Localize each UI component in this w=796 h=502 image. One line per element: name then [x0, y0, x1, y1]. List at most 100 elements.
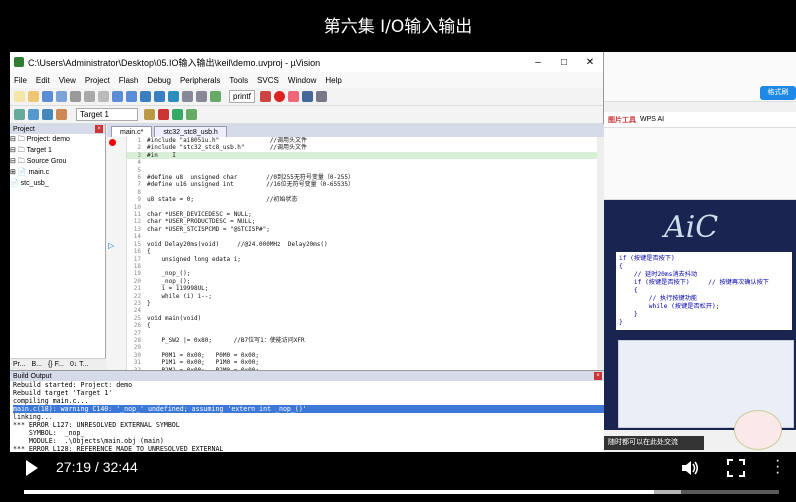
wps-tab[interactable]: 图片工具 — [608, 115, 636, 125]
code-line: 24 — [127, 307, 597, 314]
new-file-icon[interactable] — [14, 91, 25, 102]
video-player[interactable]: 第六集 I/O输入输出 C:\Users\Administrator\Deskt… — [0, 0, 796, 502]
pane-tab[interactable]: B... — [31, 361, 42, 368]
screen-capture: C:\Users\Administrator\Desktop\05.IO输入输出… — [10, 52, 796, 452]
more-options-icon[interactable]: · · · — [775, 453, 781, 481]
code-area[interactable]: 1 #include "ai8051u.h" //调用头文件 2 #include "… — [127, 137, 597, 370]
nav-back-icon[interactable] — [140, 91, 151, 102]
editor-gutter[interactable]: ▷ — [107, 137, 127, 370]
line-text: _nop_(); — [147, 277, 191, 285]
code-line: 17 unsigned long edata i; — [127, 256, 597, 263]
play-icon[interactable] — [26, 460, 38, 476]
keil-ide-window: C:\Users\Administrator\Desktop\05.IO输入输出… — [10, 52, 604, 452]
build-icon[interactable] — [28, 109, 39, 120]
build-output-text[interactable]: Rebuild started: Project: demo Rebuild ta… — [10, 381, 604, 452]
paste-icon[interactable] — [98, 91, 109, 102]
tree-item[interactable]: ⊟ 🗀 Source Grou — [10, 156, 105, 167]
pseudo-code-line: if (按键是否按下) — [619, 255, 675, 262]
save-icon[interactable] — [42, 91, 53, 102]
pseudo-code-line: { — [619, 287, 638, 294]
line-text: _nop_(); — [147, 270, 191, 278]
editor-tabs: main.c* stc32_stc8_usb.h — [107, 124, 604, 137]
cut-icon[interactable] — [70, 91, 81, 102]
line-number: 21 — [133, 285, 141, 293]
line-text: while (i) i--; — [147, 292, 213, 300]
rebuild-icon[interactable] — [42, 109, 53, 120]
code-line: 28 P_SW2 |= 0x80; //B7位写1：使能访问XFR — [127, 337, 597, 344]
tree-item[interactable]: 📄 stc_usb_ — [10, 178, 105, 189]
menu-item-file[interactable]: File — [14, 76, 27, 85]
maximize-button[interactable]: □ — [551, 57, 577, 68]
pane-tab[interactable]: {} F... — [48, 361, 64, 368]
pack-installer-icon[interactable] — [172, 109, 183, 120]
line-number: 18 — [133, 262, 141, 270]
line-number: 3 — [137, 151, 141, 159]
minimize-button[interactable]: – — [525, 57, 551, 68]
bookmark-icon[interactable] — [168, 91, 179, 102]
window-layout-icon[interactable] — [301, 91, 313, 102]
project-pane-title: Project — [13, 125, 35, 133]
debug-stop-icon[interactable] — [273, 91, 285, 102]
manage-components-icon[interactable] — [158, 109, 169, 120]
pane-tab[interactable]: Pr... — [13, 361, 25, 368]
menu-item-tools[interactable]: Tools — [229, 76, 248, 85]
format-painter-button[interactable]: 格式刷 — [760, 86, 796, 100]
menu-item-window[interactable]: Window — [288, 76, 316, 85]
undo-icon[interactable] — [112, 91, 123, 102]
line-number: 8 — [137, 188, 141, 196]
find-combo[interactable]: printf — [229, 90, 255, 103]
line-number: 1 — [137, 137, 141, 144]
menu-item-svcs[interactable]: SVCS — [257, 76, 279, 85]
menu-item-view[interactable]: View — [59, 76, 76, 85]
open-folder-icon[interactable] — [28, 91, 39, 102]
pane-tab[interactable]: 0↓ T... — [70, 361, 89, 368]
menu-item-project[interactable]: Project — [85, 76, 110, 85]
close-pane-icon[interactable]: × — [95, 125, 103, 133]
line-number: 7 — [137, 181, 141, 189]
line-text: #define u16 unsigned int //16位无符号变量（0-65… — [147, 181, 354, 189]
nav-forward-icon[interactable] — [154, 91, 165, 102]
settings-icon[interactable] — [315, 91, 327, 102]
code-editor[interactable]: main.c* stc32_stc8_usb.h ▷ 1 #include "ai8… — [107, 124, 604, 370]
editor-tab[interactable]: stc32_stc8_usb.h — [154, 126, 227, 137]
close-button[interactable]: ✕ — [577, 57, 603, 68]
fullscreen-icon[interactable] — [727, 459, 745, 477]
breakpoint-marker-icon[interactable] — [109, 139, 116, 146]
code-line: 3 #in I — [127, 151, 597, 160]
save-all-icon[interactable] — [56, 91, 67, 102]
find-icon[interactable] — [259, 91, 271, 102]
outdent-icon[interactable] — [196, 91, 207, 102]
translate-icon[interactable] — [14, 109, 25, 120]
code-line: 18 — [127, 263, 597, 270]
menu-item-peripherals[interactable]: Peripherals — [180, 76, 220, 85]
comment-icon[interactable] — [210, 91, 221, 102]
tree-item[interactable]: ⊟ 🗀 Target 1 — [10, 145, 105, 156]
pseudo-code-line: } — [619, 311, 638, 318]
target-options-icon[interactable] — [144, 109, 155, 120]
editor-scrollbar[interactable] — [597, 137, 604, 370]
menu-item-debug[interactable]: Debug — [147, 76, 171, 85]
target-select[interactable]: Target 1 — [76, 108, 138, 121]
editor-tab[interactable]: main.c* — [111, 126, 153, 137]
rte-icon[interactable] — [186, 109, 197, 120]
menu-item-flash[interactable]: Flash — [119, 76, 139, 85]
copy-icon[interactable] — [84, 91, 95, 102]
code-line: 5 — [127, 167, 597, 174]
tree-item[interactable]: ⊞ 📄 main.c — [10, 167, 105, 178]
current-line-arrow-icon: ▷ — [108, 241, 115, 250]
close-build-icon[interactable]: × — [594, 372, 602, 380]
pseudo-code-line: } — [619, 319, 623, 326]
menu-item-help[interactable]: Help — [325, 76, 341, 85]
download-icon[interactable] — [56, 109, 67, 120]
breakpoint-icon[interactable] — [287, 91, 299, 102]
menu-item-edit[interactable]: Edit — [36, 76, 50, 85]
keil-app-icon — [14, 57, 24, 67]
redo-icon[interactable] — [126, 91, 137, 102]
line-number: 10 — [133, 203, 141, 211]
volume-icon[interactable] — [680, 458, 700, 478]
line-number: 12 — [133, 218, 141, 226]
indent-icon[interactable] — [182, 91, 193, 102]
tree-item[interactable]: ⊟ 🗀 Project: demo — [10, 134, 105, 145]
wps-tab[interactable]: WPS AI — [640, 116, 664, 123]
progress-bar[interactable] — [24, 490, 779, 494]
